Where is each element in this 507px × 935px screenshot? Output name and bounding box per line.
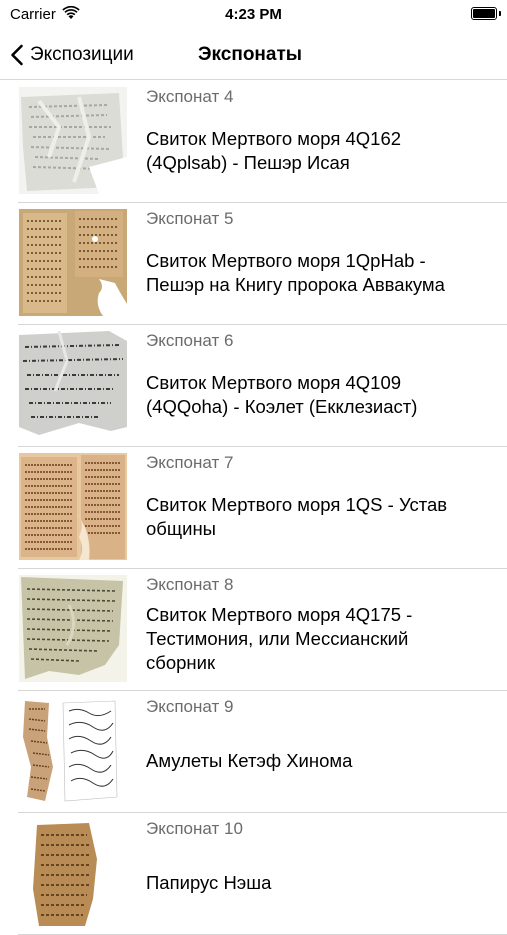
status-bar: Carrier 4:23 PM [0,0,507,30]
exhibit-thumbnail [19,453,127,560]
exhibit-thumbnail [19,575,127,682]
exhibit-list: Экспонат 4 Свиток Мертвого моря 4Q162 (4… [0,81,507,935]
exhibit-thumbnail [19,209,127,316]
list-item[interactable]: Экспонат 5 Свиток Мертвого моря 1QpHab -… [0,203,507,325]
list-item[interactable]: Экспонат 4 Свиток Мертвого моря 4Q162 (4… [0,81,507,203]
exhibit-number: Экспонат 5 [146,209,234,228]
list-item[interactable]: Экспонат 9 Амулеты Кетэф Хинома [0,691,507,813]
navigation-bar: Экспозиции Экспонаты [0,30,507,80]
status-time: 4:23 PM [225,6,282,23]
exhibit-number: Экспонат 4 [146,87,234,106]
exhibit-title: Амулеты Кетэф Хинома [146,750,353,771]
exhibit-number: Экспонат 9 [146,697,234,716]
exhibit-title: Свиток Мертвого моря 1QpHab - Пешэр на К… [146,250,445,295]
exhibit-title: Свиток Мертвого моря 4Q162 (4Qplsab) - П… [146,128,402,173]
list-item[interactable]: Экспонат 8 Свиток Мертвого моря 4Q175 - … [0,569,507,691]
exhibit-thumbnail [19,819,127,926]
battery-icon [471,7,497,20]
list-item[interactable]: Экспонат 6 Свиток Мертвого моря 4Q109 (4… [0,325,507,447]
exhibit-thumbnail [19,697,127,804]
list-item[interactable]: Экспонат 7 Свиток Мертвого моря 1QS - Ус… [0,447,507,569]
exhibit-title: Свиток Мертвого моря 4Q175 - Тестимония,… [146,604,413,673]
page-title: Экспонаты [198,44,302,65]
exhibit-number: Экспонат 10 [146,819,243,838]
exhibit-title: Папирус Нэша [146,872,272,893]
exhibit-thumbnail [19,331,127,438]
exhibit-number: Экспонат 7 [146,453,234,472]
battery-tip [499,11,501,16]
chevron-left-icon [11,44,23,66]
list-item[interactable]: Экспонат 10 Папирус Нэша [0,813,507,935]
exhibit-thumbnail [19,87,127,194]
exhibit-number: Экспонат 6 [146,331,234,350]
exhibit-number: Экспонат 8 [146,575,234,594]
exhibit-title: Свиток Мертвого моря 1QS - Устав общины [146,494,448,539]
back-button[interactable]: Экспозиции [10,38,134,72]
back-button-label: Экспозиции [30,44,134,65]
exhibit-title: Свиток Мертвого моря 4Q109 (4QQoha) - Ко… [146,372,418,417]
